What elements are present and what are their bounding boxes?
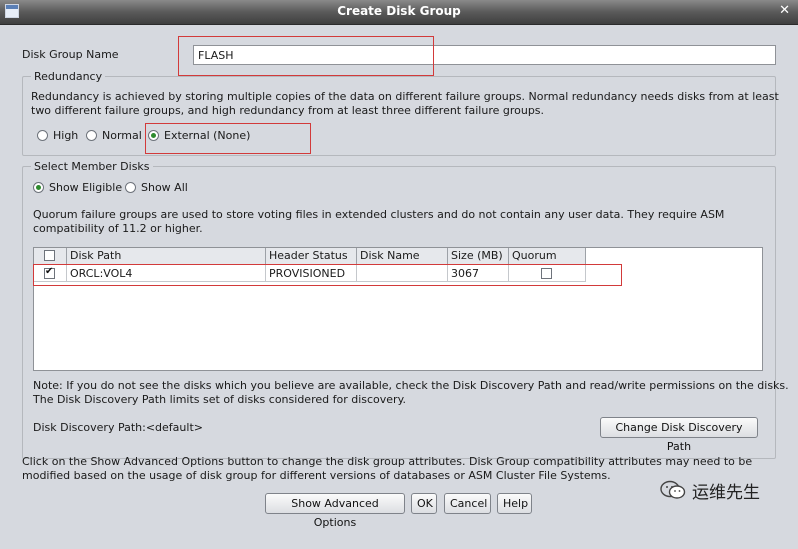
wechat-icon [660,480,686,499]
disk-group-name-label: Disk Group Name [22,48,119,61]
watermark-text: 运维先生 [692,483,760,503]
redundancy-legend: Redundancy [34,70,103,83]
radio-external[interactable] [148,130,159,141]
select-all-checkbox[interactable] [44,250,55,261]
redundancy-description-1: Redundancy is achieved by storing multip… [31,90,779,103]
close-icon[interactable]: ✕ [779,3,790,18]
discovery-note-1: Note: If you do not see the disks which … [33,379,789,392]
discovery-path-label: Disk Discovery Path:<default> [33,421,203,434]
cell-disk-name [357,265,448,282]
radio-show-eligible-label[interactable]: Show Eligible [49,181,122,194]
radio-show-eligible[interactable] [33,182,44,193]
header-size-mb[interactable]: Size (MB) [448,248,509,264]
dialog-body: Disk Group Name FLASH Redundancy Redunda… [0,25,798,549]
show-advanced-options-button[interactable]: Show Advanced Options [265,493,405,529]
header-disk-name[interactable]: Disk Name [357,248,448,264]
cell-header-status: PROVISIONED [266,265,357,282]
row-select-cell[interactable] [34,265,67,282]
quorum-note-2: compatibility of 11.2 or higher. [33,222,203,235]
radio-normal-label[interactable]: Normal [102,129,142,142]
member-disks-legend: Select Member Disks [34,160,150,173]
help-button[interactable]: Help [497,493,532,514]
radio-normal[interactable] [86,130,97,141]
title-bar: Create Disk Group ✕ [0,0,798,25]
header-header-status[interactable]: Header Status [266,248,357,264]
change-discovery-path-button[interactable]: Change Disk Discovery Path [600,417,758,453]
cell-disk-path: ORCL:VOL4 [67,265,266,282]
table-row[interactable]: ORCL:VOL4 PROVISIONED 3067 [34,265,586,282]
header-select-all[interactable] [34,248,67,264]
row-select-checkbox[interactable] [44,266,55,279]
radio-show-all[interactable] [125,182,136,193]
footer-note-2: modified based on the usage of disk grou… [22,469,611,482]
footer-note-1: Click on the Show Advanced Options butto… [22,455,753,468]
cancel-button[interactable]: Cancel [444,493,491,514]
radio-show-all-label[interactable]: Show All [141,181,188,194]
window-title: Create Disk Group [337,4,461,18]
cell-size-mb: 3067 [448,265,509,282]
disk-table: Disk Path Header Status Disk Name Size (… [33,247,763,371]
disk-group-name-input[interactable]: FLASH [193,45,776,65]
radio-external-label[interactable]: External (None) [164,129,250,142]
ok-button[interactable]: OK [411,493,437,514]
radio-high[interactable] [37,130,48,141]
quorum-checkbox[interactable] [541,268,552,279]
table-header: Disk Path Header Status Disk Name Size (… [34,248,586,265]
discovery-note-2: The Disk Discovery Path limits set of di… [33,393,407,406]
header-disk-path[interactable]: Disk Path [67,248,266,264]
quorum-note-1: Quorum failure groups are used to store … [33,208,725,221]
redundancy-description-2: two different failure groups, and high r… [31,104,545,117]
cell-quorum[interactable] [509,265,586,282]
radio-high-label[interactable]: High [53,129,78,142]
header-quorum[interactable]: Quorum [509,248,586,264]
